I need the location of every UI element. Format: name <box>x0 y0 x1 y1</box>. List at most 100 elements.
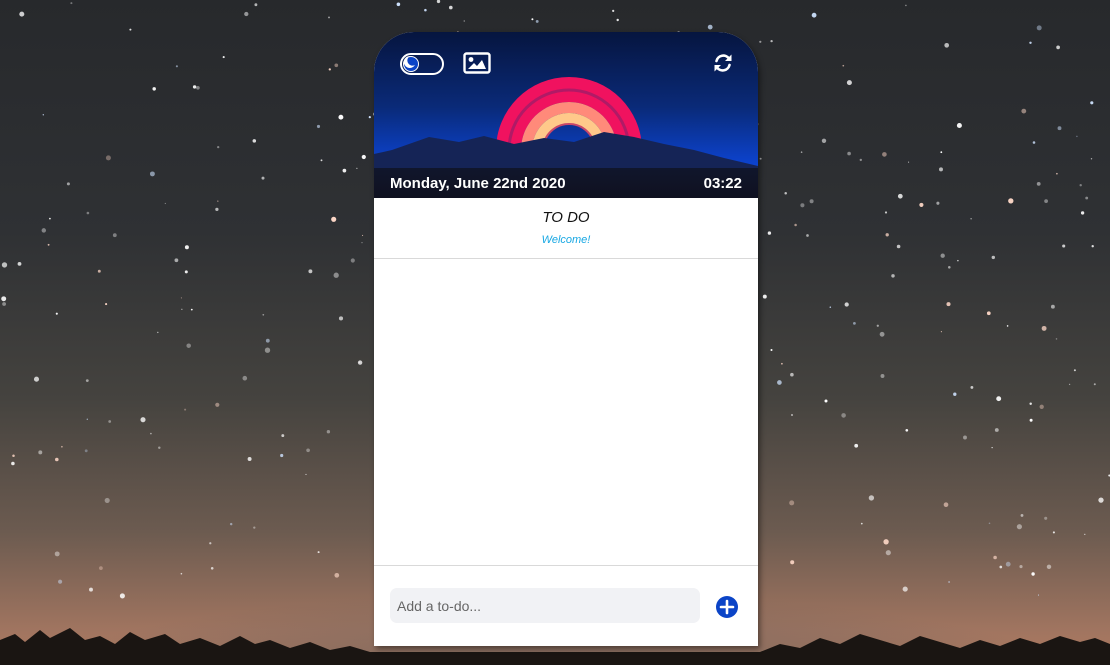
star <box>180 297 182 299</box>
star <box>936 201 940 205</box>
star <box>244 11 249 17</box>
star <box>986 311 991 316</box>
star <box>1079 184 1082 187</box>
star <box>767 231 772 235</box>
current-time: 03:22 <box>703 175 742 192</box>
star <box>953 392 957 396</box>
star <box>770 39 773 43</box>
star <box>229 522 233 526</box>
star <box>33 376 40 382</box>
star <box>535 19 539 23</box>
star <box>859 158 862 162</box>
star <box>970 385 974 389</box>
star <box>1044 516 1048 520</box>
star <box>174 258 179 263</box>
star <box>1044 199 1048 203</box>
change-background-button[interactable] <box>463 52 491 74</box>
star <box>868 495 875 501</box>
star <box>809 199 814 204</box>
star <box>1084 533 1086 536</box>
star <box>86 418 88 420</box>
star <box>49 217 51 220</box>
star <box>1020 513 1024 517</box>
star <box>1041 325 1047 331</box>
star <box>988 522 991 525</box>
star <box>320 159 323 162</box>
star <box>853 322 856 325</box>
star <box>994 428 999 432</box>
star <box>791 414 793 416</box>
star <box>1050 304 1055 309</box>
star <box>42 114 44 116</box>
star <box>884 211 888 214</box>
star <box>192 85 197 89</box>
star <box>55 312 58 315</box>
star <box>1073 369 1076 372</box>
star <box>41 228 47 233</box>
star <box>1006 325 1009 327</box>
star <box>333 272 339 278</box>
star <box>940 331 942 333</box>
star <box>829 306 832 308</box>
star <box>841 413 846 418</box>
star <box>944 42 950 48</box>
star <box>361 154 366 160</box>
star <box>707 24 713 30</box>
star <box>328 68 331 71</box>
star <box>85 379 89 383</box>
star <box>97 269 101 273</box>
star <box>424 8 427 12</box>
refresh-button[interactable] <box>712 52 734 74</box>
star <box>1039 404 1044 409</box>
star <box>150 432 152 435</box>
star <box>781 362 783 365</box>
star <box>175 65 178 68</box>
star <box>800 203 805 208</box>
star <box>882 152 887 157</box>
add-todo-input[interactable] <box>390 588 700 623</box>
star <box>19 11 25 17</box>
star <box>47 243 50 246</box>
star <box>1016 524 1022 530</box>
star <box>1008 198 1014 204</box>
star <box>891 274 895 278</box>
star <box>905 4 907 7</box>
star <box>254 3 258 7</box>
plus-circle-icon <box>719 599 735 615</box>
star <box>164 202 166 205</box>
star <box>991 447 993 449</box>
star <box>184 408 187 411</box>
refresh-icon <box>714 54 732 72</box>
star <box>328 16 330 19</box>
star <box>759 157 762 160</box>
theme-toggle-switch[interactable] <box>400 53 444 75</box>
star <box>957 259 959 262</box>
star <box>1021 108 1027 114</box>
star <box>879 331 885 337</box>
star <box>1056 45 1060 50</box>
todo-list <box>374 259 758 565</box>
star <box>970 218 972 220</box>
add-todo-button[interactable] <box>716 596 738 618</box>
star <box>2 302 6 306</box>
star <box>902 586 908 592</box>
star <box>1056 172 1058 175</box>
star <box>140 417 146 423</box>
star <box>1029 41 1032 45</box>
star <box>1036 25 1042 31</box>
star <box>1093 383 1096 386</box>
star <box>860 522 863 525</box>
star <box>317 551 320 554</box>
star <box>196 85 200 90</box>
star <box>362 234 364 236</box>
star <box>876 324 879 327</box>
star <box>38 450 43 455</box>
star <box>1046 564 1052 570</box>
star <box>190 308 193 311</box>
star <box>1052 531 1055 534</box>
star <box>54 551 60 557</box>
star <box>261 176 265 180</box>
star <box>356 167 358 169</box>
star <box>811 12 817 18</box>
star <box>210 567 214 570</box>
